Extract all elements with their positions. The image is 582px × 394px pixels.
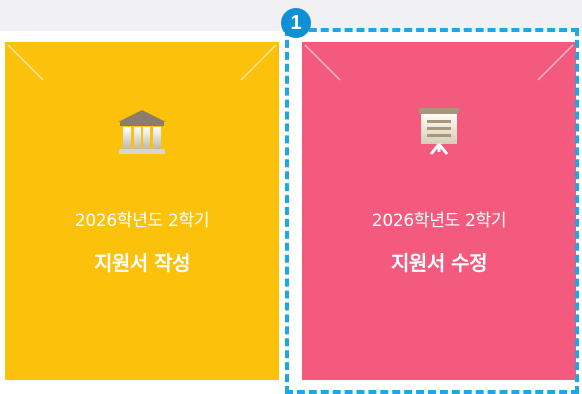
bank-building-icon bbox=[118, 110, 166, 154]
card-year-label: 2026학년도 2학기 bbox=[74, 211, 210, 231]
highlight-dashed-box bbox=[285, 28, 579, 394]
write-application-card[interactable]: 2026학년도 2학기 지원서 작성 bbox=[5, 42, 279, 380]
card-title: 지원서 작성 bbox=[94, 251, 190, 275]
step-number-badge: 1 bbox=[281, 8, 311, 38]
